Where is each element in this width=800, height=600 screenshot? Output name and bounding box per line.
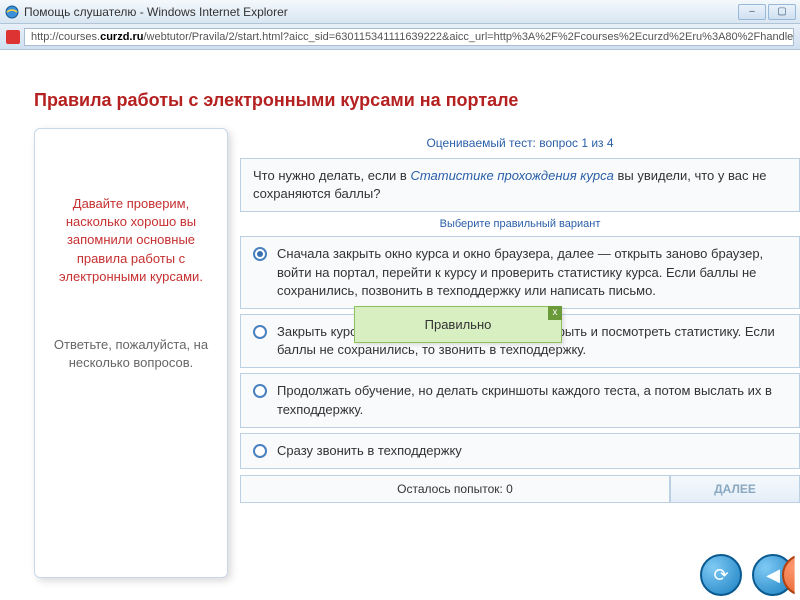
option-2[interactable]: Продолжать обучение, но делать скриншоты… xyxy=(240,373,800,427)
option-3[interactable]: Сразу звонить в техподдержку xyxy=(240,433,800,469)
radio-icon[interactable] xyxy=(253,247,267,261)
quiz-progress: Оцениваемый тест: вопрос 1 из 4 xyxy=(240,128,800,158)
window-titlebar: Помощь слушателю - Windows Internet Expl… xyxy=(0,0,800,24)
attempts-left: Осталось попыток: 0 xyxy=(240,475,670,503)
question-link: Статистике прохождения курса xyxy=(410,168,613,183)
question-box: Что нужно делать, если в Статистике прох… xyxy=(240,158,800,212)
radio-icon[interactable] xyxy=(253,384,267,398)
page-title: Правила работы с электронными курсами на… xyxy=(34,90,518,111)
sidebar-intro-text: Давайте проверим, насколько хорошо вы за… xyxy=(45,195,217,286)
feedback-popup: x Правильно xyxy=(354,306,562,343)
quiz-instruction: Выберите правильный вариант xyxy=(240,212,800,236)
window-controls: – ▢ xyxy=(738,4,796,20)
content-area: Правила работы с электронными курсами на… xyxy=(0,50,800,600)
minimize-button[interactable]: – xyxy=(738,4,766,20)
sidebar-panel: Давайте проверим, насколько хорошо вы за… xyxy=(34,128,228,578)
radio-icon[interactable] xyxy=(253,444,267,458)
site-icon xyxy=(6,30,20,44)
maximize-button[interactable]: ▢ xyxy=(768,4,796,20)
feedback-text: Правильно xyxy=(425,317,492,332)
option-text: Сначала закрыть окно курса и окно браузе… xyxy=(277,245,787,300)
window-title: Помощь слушателю - Windows Internet Expl… xyxy=(24,5,738,19)
ie-icon xyxy=(4,4,20,20)
url-prefix: http://courses. xyxy=(31,31,100,43)
quiz-footer: Осталось попыток: 0 ДАЛЕЕ xyxy=(240,475,800,503)
option-0[interactable]: Сначала закрыть окно курса и окно браузе… xyxy=(240,236,800,309)
question-text-before: Что нужно делать, если в xyxy=(253,168,410,183)
refresh-icon: ⟳ xyxy=(713,565,728,586)
radio-icon[interactable] xyxy=(253,325,267,339)
option-text: Сразу звонить в техподдержку xyxy=(277,442,787,460)
back-icon: ◀ xyxy=(766,565,780,586)
url-rest: /webtutor/Pravila/2/start.html?aicc_sid=… xyxy=(144,31,795,43)
url-domain: curzd.ru xyxy=(100,31,143,43)
refresh-button[interactable]: ⟳ xyxy=(700,554,742,596)
url-field[interactable]: http://courses.curzd.ru/webtutor/Pravila… xyxy=(24,28,794,46)
address-bar: http://courses.curzd.ru/webtutor/Pravila… xyxy=(0,24,800,50)
option-text: Продолжать обучение, но делать скриншоты… xyxy=(277,382,787,418)
sidebar-instruction-text: Ответьте, пожалуйста, на несколько вопро… xyxy=(45,336,217,372)
nav-circles: ⟳ ◀ xyxy=(700,554,794,596)
quiz-panel: Оцениваемый тест: вопрос 1 из 4 Что нужн… xyxy=(240,128,800,578)
close-icon[interactable]: x xyxy=(548,306,562,320)
next-button[interactable]: ДАЛЕЕ xyxy=(670,475,800,503)
